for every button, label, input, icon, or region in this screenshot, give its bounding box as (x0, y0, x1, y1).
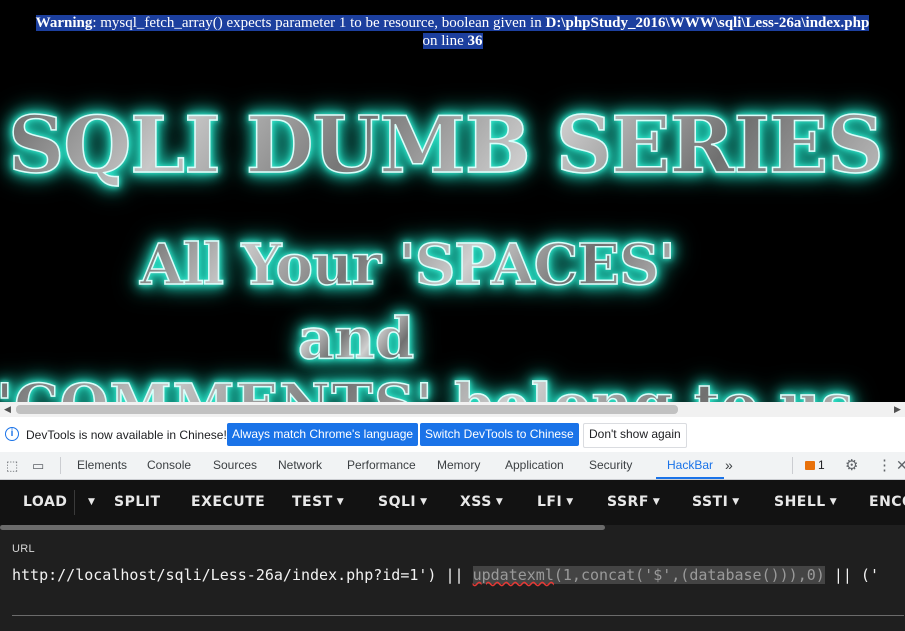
execute-button[interactable]: EXECUTE (191, 480, 265, 525)
lfi-menu-button[interactable]: LFI ▼ (537, 480, 574, 525)
warning-path: D:\phpStudy_2016\WWW\sqli\Less-26a\index… (545, 15, 870, 31)
ssti-label: SSTI (692, 494, 729, 510)
warning-message: : mysql_fetch_array() expects parameter … (92, 15, 546, 31)
split-label: SPLIT (114, 494, 161, 510)
toolbar-divider (792, 457, 793, 474)
chevron-down-icon: ▼ (566, 497, 574, 507)
load-button[interactable]: LOAD (23, 480, 67, 525)
hackbar-panel: LOAD ▼ SPLIT EXECUTE TEST ▼ SQLI ▼ XSS ▼ LF… (0, 480, 905, 631)
more-tabs-icon[interactable]: » (725, 452, 733, 479)
ssrf-label: SSRF (607, 494, 649, 510)
info-icon: i (5, 427, 19, 441)
hackbar-toolbar: LOAD ▼ SPLIT EXECUTE TEST ▼ SQLI ▼ XSS ▼ LF… (0, 480, 905, 525)
chevron-down-icon: ▼ (336, 497, 345, 507)
sqli-label: SQLI (378, 494, 417, 510)
switch-to-chinese-button[interactable]: Switch DevTools to Chinese (420, 423, 579, 446)
ssrf-menu-button[interactable]: SSRF ▼ (607, 480, 660, 525)
inspect-element-icon[interactable]: ⬚ (6, 458, 18, 473)
url-selected-args: (1,concat('$',(database())),0) (553, 566, 825, 584)
warning-line-prefix: on line (422, 33, 468, 49)
encoding-menu-button[interactable]: ENCO (869, 480, 905, 525)
page-horizontal-scrollbar[interactable]: ◀ ▶ (0, 402, 905, 417)
toolbar-divider (60, 457, 61, 474)
load-label: LOAD (23, 494, 68, 510)
chevron-down-icon: ▼ (732, 497, 740, 507)
toolbar-divider (74, 490, 75, 515)
chevron-down-icon: ▼ (652, 497, 661, 507)
ssti-menu-button[interactable]: SSTI ▼ (692, 480, 740, 525)
page-title-comments: 'COMMENTS' belong to us (0, 371, 854, 402)
chevron-down-icon: ▼ (420, 497, 428, 507)
tab-network[interactable]: Network (278, 452, 322, 479)
tab-application[interactable]: Application (505, 452, 564, 479)
url-prefix-text: http://localhost/sqli/Less-26a/index.php… (12, 566, 473, 584)
tab-performance[interactable]: Performance (347, 452, 416, 479)
split-button[interactable]: SPLIT (114, 480, 161, 525)
tab-console[interactable]: Console (147, 452, 191, 479)
url-selected-function: updatexml (472, 566, 554, 584)
chevron-down-icon: ▼ (495, 497, 504, 507)
warning-label: Warning (35, 15, 93, 31)
encoding-label: ENCO (869, 494, 905, 510)
page-title-and: and (297, 305, 415, 373)
url-suffix-text: || (' (824, 566, 879, 584)
devtools-panel: i DevTools is now available in Chinese! … (0, 417, 905, 631)
chevron-down-icon: ▼ (88, 497, 96, 507)
url-selected-text: updatexml(1,concat('$',(database())),0) (472, 566, 825, 584)
close-devtools-icon[interactable]: ✕ (896, 458, 905, 473)
page-title-spaces: All Your 'SPACES' (139, 231, 676, 299)
language-infobar: i DevTools is now available in Chinese! … (0, 417, 905, 453)
url-input-underline (12, 615, 904, 616)
scrollbar-thumb[interactable] (16, 405, 678, 414)
sqli-menu-button[interactable]: SQLI ▼ (378, 480, 428, 525)
tab-security[interactable]: Security (589, 452, 632, 479)
php-warning: Warning: mysql_fetch_array() expects par… (0, 14, 905, 50)
scroll-right-arrow-icon[interactable]: ▶ (890, 402, 905, 417)
page-viewport: Warning: mysql_fetch_array() expects par… (0, 0, 905, 402)
devtools-tabbar: ⬚ ▭ Elements Console Sources Network Per… (0, 452, 905, 480)
tab-memory[interactable]: Memory (437, 452, 480, 479)
toolbar-horizontal-scrollbar[interactable] (0, 525, 905, 530)
infobar-message: DevTools is now available in Chinese! (26, 428, 227, 442)
more-options-icon[interactable]: ⋮ (877, 458, 892, 473)
test-label: TEST (292, 494, 333, 510)
issues-count[interactable]: 1 (818, 452, 825, 479)
tab-elements[interactable]: Elements (77, 452, 127, 479)
issues-badge-icon[interactable] (805, 461, 815, 470)
url-input[interactable]: http://localhost/sqli/Less-26a/index.php… (12, 564, 892, 586)
page-title-series: SQLI DUMB SERIES (7, 99, 884, 192)
xss-label: XSS (460, 494, 492, 510)
execute-label: EXECUTE (191, 494, 266, 510)
shell-label: SHELL (774, 494, 826, 510)
xss-menu-button[interactable]: XSS ▼ (460, 480, 503, 525)
device-toolbar-icon[interactable]: ▭ (32, 458, 44, 473)
load-dropdown-button[interactable]: ▼ (84, 480, 95, 525)
tab-sources[interactable]: Sources (213, 452, 257, 479)
warning-line: 36 (467, 33, 483, 49)
settings-gear-icon[interactable]: ⚙ (845, 458, 858, 473)
shell-menu-button[interactable]: SHELL ▼ (774, 480, 837, 525)
chevron-down-icon: ▼ (829, 497, 838, 507)
scrollbar-thumb[interactable] (0, 525, 605, 530)
test-menu-button[interactable]: TEST ▼ (292, 480, 344, 525)
tab-hackbar[interactable]: HackBar (656, 452, 725, 479)
lfi-label: LFI (537, 494, 563, 510)
url-label: URL (12, 543, 35, 555)
dont-show-again-button[interactable]: Don't show again (583, 423, 687, 448)
always-match-language-button[interactable]: Always match Chrome's language (227, 423, 419, 446)
scroll-left-arrow-icon[interactable]: ◀ (0, 402, 15, 417)
